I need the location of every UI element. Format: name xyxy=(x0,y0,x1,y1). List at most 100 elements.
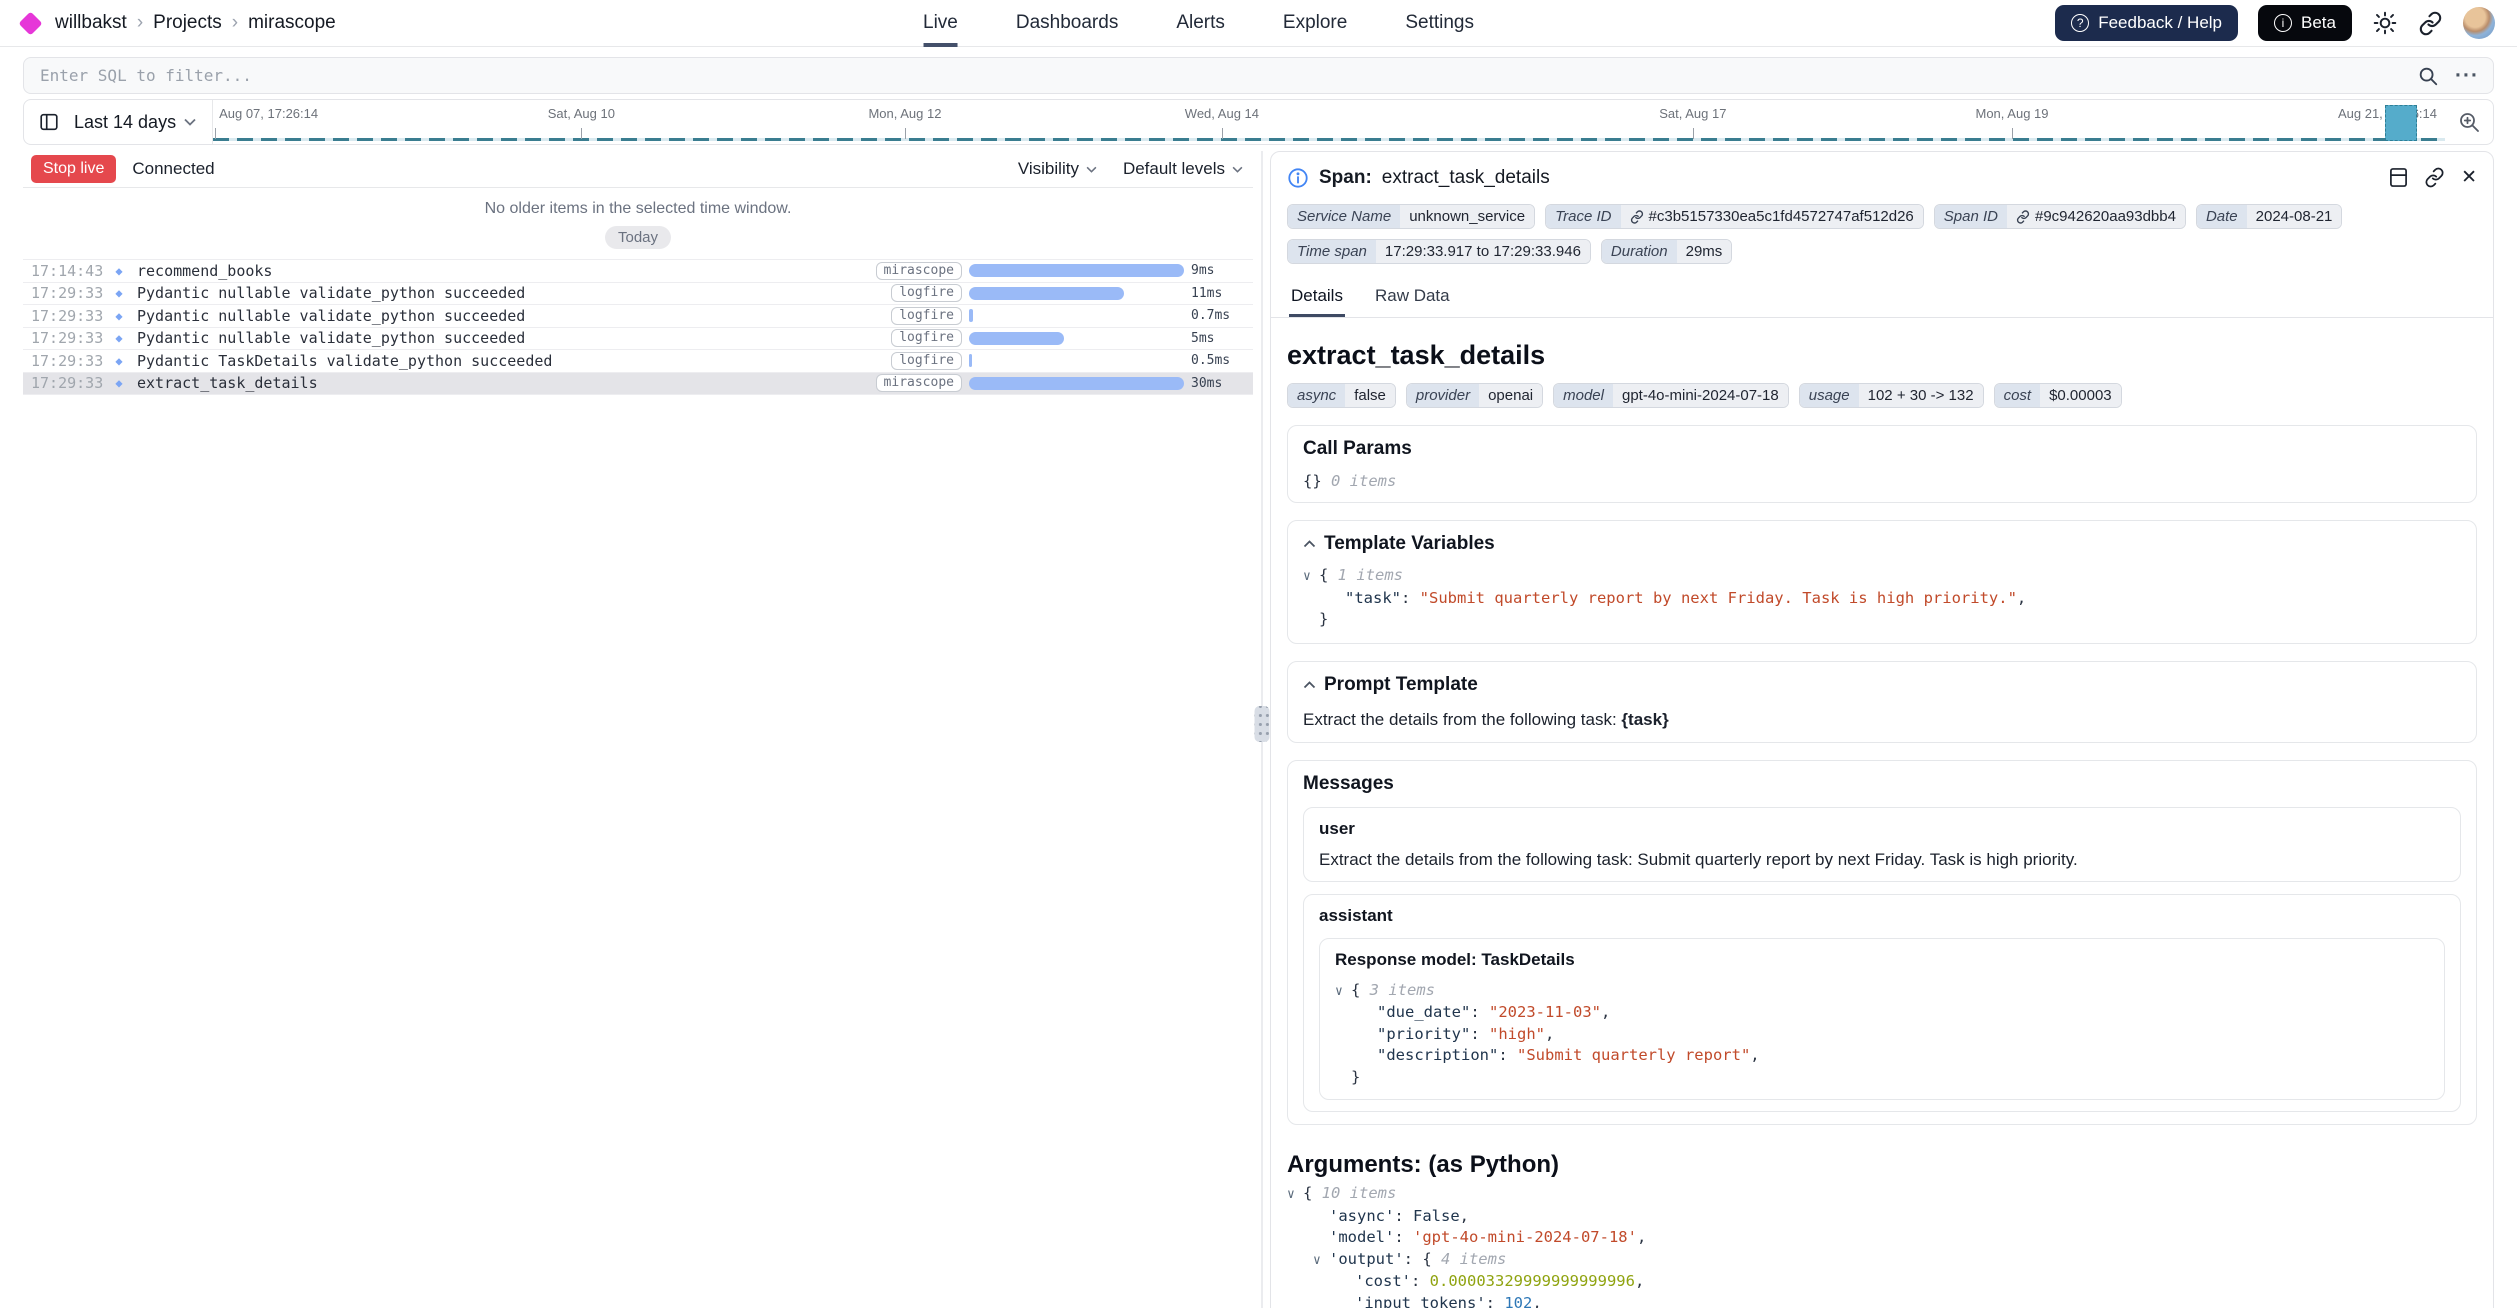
badge-value-text: 17:29:33.917 to 17:29:33.946 xyxy=(1385,243,1581,260)
attribute-badge[interactable]: Service Nameunknown_service xyxy=(1287,204,1535,229)
code-token: "priority" xyxy=(1377,1025,1470,1043)
default-levels-dropdown[interactable]: Default levels xyxy=(1123,159,1243,179)
log-row[interactable]: 17:29:33◆Pydantic nullable validate_pyth… xyxy=(23,283,1253,306)
link-icon xyxy=(1630,210,1644,224)
code-line: 'model': 'gpt-4o-mini-2024-07-18', xyxy=(1287,1227,2477,1249)
log-row[interactable]: 17:29:33◆extract_task_detailsmirascope30… xyxy=(23,373,1253,396)
timeline-tick-mark xyxy=(1222,128,1223,139)
code-token: "description" xyxy=(1377,1046,1498,1064)
badge-value: #9c942620aa93dbb4 xyxy=(2007,205,2185,228)
code-token: 'input_tokens' xyxy=(1355,1294,1486,1308)
log-row[interactable]: 17:29:33◆Pydantic nullable validate_pyth… xyxy=(23,305,1253,328)
log-row[interactable]: 17:14:43◆recommend_booksmirascope9ms xyxy=(23,260,1253,283)
visibility-dropdown[interactable]: Visibility xyxy=(1018,159,1097,179)
close-icon[interactable]: ✕ xyxy=(2461,166,2477,189)
tab-details[interactable]: Details xyxy=(1289,280,1345,317)
timeline-tick-mark xyxy=(2012,128,2013,139)
breadcrumb-separator: › xyxy=(137,12,143,34)
nav-item-live[interactable]: Live xyxy=(923,0,958,47)
span-diamond-icon: ◆ xyxy=(108,376,130,390)
expand-caret-icon[interactable]: ∨ xyxy=(1335,981,1351,1003)
sql-filter-input[interactable] xyxy=(38,65,2401,86)
search-icon[interactable] xyxy=(2417,65,2439,87)
badge-value-text: unknown_service xyxy=(1409,208,1525,225)
expand-caret-icon[interactable]: ∨ xyxy=(1287,1184,1303,1206)
attribute-badge[interactable]: Duration29ms xyxy=(1601,239,1732,264)
code-token: , xyxy=(1532,1294,1541,1308)
duration-label: 0.7ms xyxy=(1191,308,1247,323)
breadcrumb: willbakst › Projects › mirascope xyxy=(55,12,336,34)
span-diamond-icon: ◆ xyxy=(108,286,130,300)
expand-caret-icon[interactable]: ∨ xyxy=(1313,1250,1329,1272)
span-diamond-icon: ◆ xyxy=(108,354,130,368)
attribute-badge[interactable]: provideropenai xyxy=(1406,383,1543,408)
user-avatar[interactable] xyxy=(2463,7,2495,39)
breadcrumb-org[interactable]: willbakst xyxy=(55,12,127,34)
stop-live-button[interactable]: Stop live xyxy=(31,155,116,183)
attribute-badge[interactable]: Time span17:29:33.917 to 17:29:33.946 xyxy=(1287,239,1591,264)
log-timestamp: 17:29:33 xyxy=(31,374,101,392)
attribute-badge[interactable]: modelgpt-4o-mini-2024-07-18 xyxy=(1553,383,1789,408)
attribute-badge[interactable]: Span ID#9c942620aa93dbb4 xyxy=(1934,204,2186,229)
main-nav: Live Dashboards Alerts Explore Settings xyxy=(923,0,1474,47)
beta-button[interactable]: i Beta xyxy=(2258,5,2352,41)
code-token: , xyxy=(1601,1003,1610,1021)
attribute-badge[interactable]: usage102 + 30 -> 132 xyxy=(1799,383,1984,408)
collapse-icon[interactable] xyxy=(1303,681,1316,689)
scope-tag: logfire xyxy=(891,307,962,325)
timeline-tick-label: Mon, Aug 19 xyxy=(1976,106,2049,121)
nav-item-alerts[interactable]: Alerts xyxy=(1176,0,1225,47)
span-tabs: Details Raw Data xyxy=(1271,280,2493,318)
timeline-tick-label: Sat, Aug 10 xyxy=(548,106,615,121)
log-row[interactable]: 17:29:33◆Pydantic nullable validate_pyth… xyxy=(23,328,1253,351)
expand-caret-icon[interactable]: ∨ xyxy=(1303,566,1319,588)
badge-label: Trace ID xyxy=(1546,205,1620,228)
code-line: "task": "Submit quarterly report by next… xyxy=(1303,588,2461,610)
code-token: , xyxy=(1460,1207,1469,1225)
sidebar-toggle-icon[interactable] xyxy=(38,111,60,133)
copy-link-icon[interactable] xyxy=(2424,167,2445,188)
template-variables-card: Template Variables ∨{ 1 items"task": "Su… xyxy=(1287,520,2477,644)
user-message-card: user Extract the details from the follow… xyxy=(1303,807,2461,882)
share-link-icon[interactable] xyxy=(2418,11,2443,36)
attribute-badge[interactable]: asyncfalse xyxy=(1287,383,1396,408)
prompt-template-static: Extract the details from the following t… xyxy=(1303,710,1621,729)
timeline-axis[interactable]: Aug 07, 17:26:14Sat, Aug 10Mon, Aug 12We… xyxy=(213,100,2445,144)
breadcrumb-project[interactable]: mirascope xyxy=(248,12,336,34)
timeline-zoom-icon[interactable] xyxy=(2445,100,2493,144)
log-timestamp: 17:29:33 xyxy=(31,284,101,302)
tab-raw-data[interactable]: Raw Data xyxy=(1373,280,1452,317)
empty-window-message: No older items in the selected time wind… xyxy=(23,200,1253,218)
nav-item-dashboards[interactable]: Dashboards xyxy=(1016,0,1118,47)
panel-layout-icon[interactable] xyxy=(2389,167,2408,188)
timeline-selection[interactable] xyxy=(2385,105,2417,141)
today-divider-badge[interactable]: Today xyxy=(605,226,671,249)
logfire-logo-icon[interactable] xyxy=(18,11,42,35)
theme-toggle-icon[interactable] xyxy=(2372,10,2398,36)
nav-item-explore[interactable]: Explore xyxy=(1283,0,1347,47)
collapse-icon[interactable] xyxy=(1303,540,1316,548)
code-token: , xyxy=(1637,1228,1646,1246)
duration-bar xyxy=(969,287,1124,300)
feedback-help-button[interactable]: ? Feedback / Help xyxy=(2055,5,2238,41)
attribute-badge[interactable]: Date2024-08-21 xyxy=(2196,204,2342,229)
breadcrumb-projects[interactable]: Projects xyxy=(153,12,222,34)
log-message: Pydantic TaskDetails validate_python suc… xyxy=(137,352,884,370)
panel-resize-handle[interactable] xyxy=(1254,706,1269,742)
log-row[interactable]: 17:29:33◆Pydantic TaskDetails validate_p… xyxy=(23,350,1253,373)
time-range-dropdown[interactable]: Last 14 days xyxy=(74,112,196,133)
code-token: : xyxy=(1498,1046,1517,1064)
assistant-role-label: assistant xyxy=(1319,906,2445,926)
log-timestamp: 17:29:33 xyxy=(31,329,101,347)
badge-value-text: $0.00003 xyxy=(2049,387,2112,404)
log-timestamp: 17:29:33 xyxy=(31,307,101,325)
code-token: , xyxy=(1635,1272,1644,1290)
prompt-template-text: Extract the details from the following t… xyxy=(1303,710,2461,730)
log-message: extract_task_details xyxy=(137,374,869,392)
user-role-label: user xyxy=(1319,819,2445,839)
filter-menu-icon[interactable]: ··· xyxy=(2455,71,2479,81)
attribute-badge[interactable]: cost$0.00003 xyxy=(1994,383,2122,408)
code-line: ∨{ 3 items xyxy=(1335,980,2429,1003)
attribute-badge[interactable]: Trace ID#c3b5157330ea5c1fd4572747af512d2… xyxy=(1545,204,1924,229)
nav-item-settings[interactable]: Settings xyxy=(1405,0,1474,47)
